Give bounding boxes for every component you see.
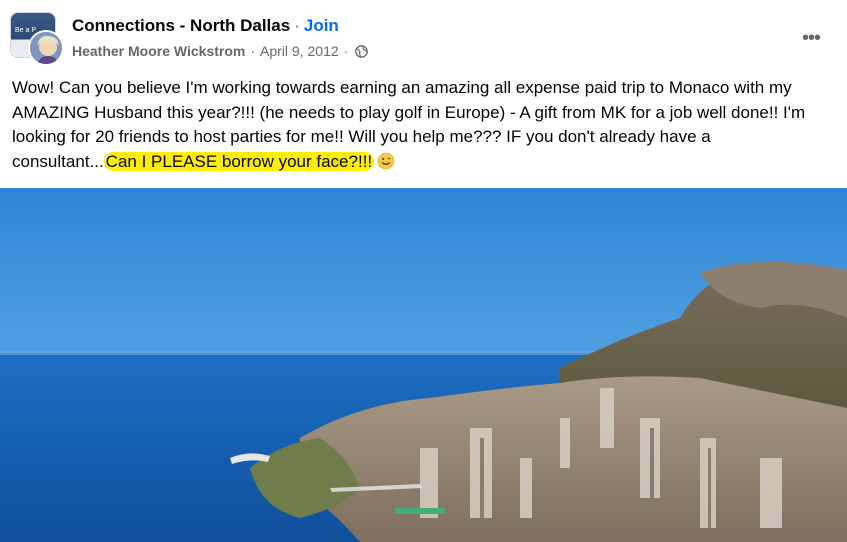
avatar-stack[interactable]: Be a P [10,12,66,68]
post-date-link[interactable]: April 9, 2012 [260,43,339,59]
user-avatar-image [30,32,62,64]
meta-separator: · [343,43,349,59]
smile-emoji-icon [377,152,395,170]
globe-icon[interactable] [355,44,369,58]
facebook-post: Be a P Connections - North Dallas · Join H… [0,0,847,542]
meta-row: Heather Moore Wickstrom · April 9, 2012 … [72,43,369,59]
title-row: Connections - North Dallas · Join [72,16,339,36]
post-text: Wow! Can you believe I'm working towards… [12,76,837,174]
title-separator: · [294,16,300,35]
group-avatar-text: Be a P [15,27,37,34]
meta-separator: · [250,43,256,59]
more-options-button[interactable]: ••• [793,20,829,56]
group-name-link[interactable]: Connections - North Dallas [72,16,290,35]
user-avatar[interactable] [28,30,64,66]
highlighted-text: Can I PLEASE borrow your face?!!! [103,151,375,171]
post-header: Be a P Connections - North Dallas · Join H… [10,10,837,68]
monaco-coastline-photo[interactable] [0,188,847,542]
photo-image [0,188,847,542]
author-link[interactable]: Heather Moore Wickstrom [72,43,245,59]
join-link[interactable]: Join [304,16,339,35]
